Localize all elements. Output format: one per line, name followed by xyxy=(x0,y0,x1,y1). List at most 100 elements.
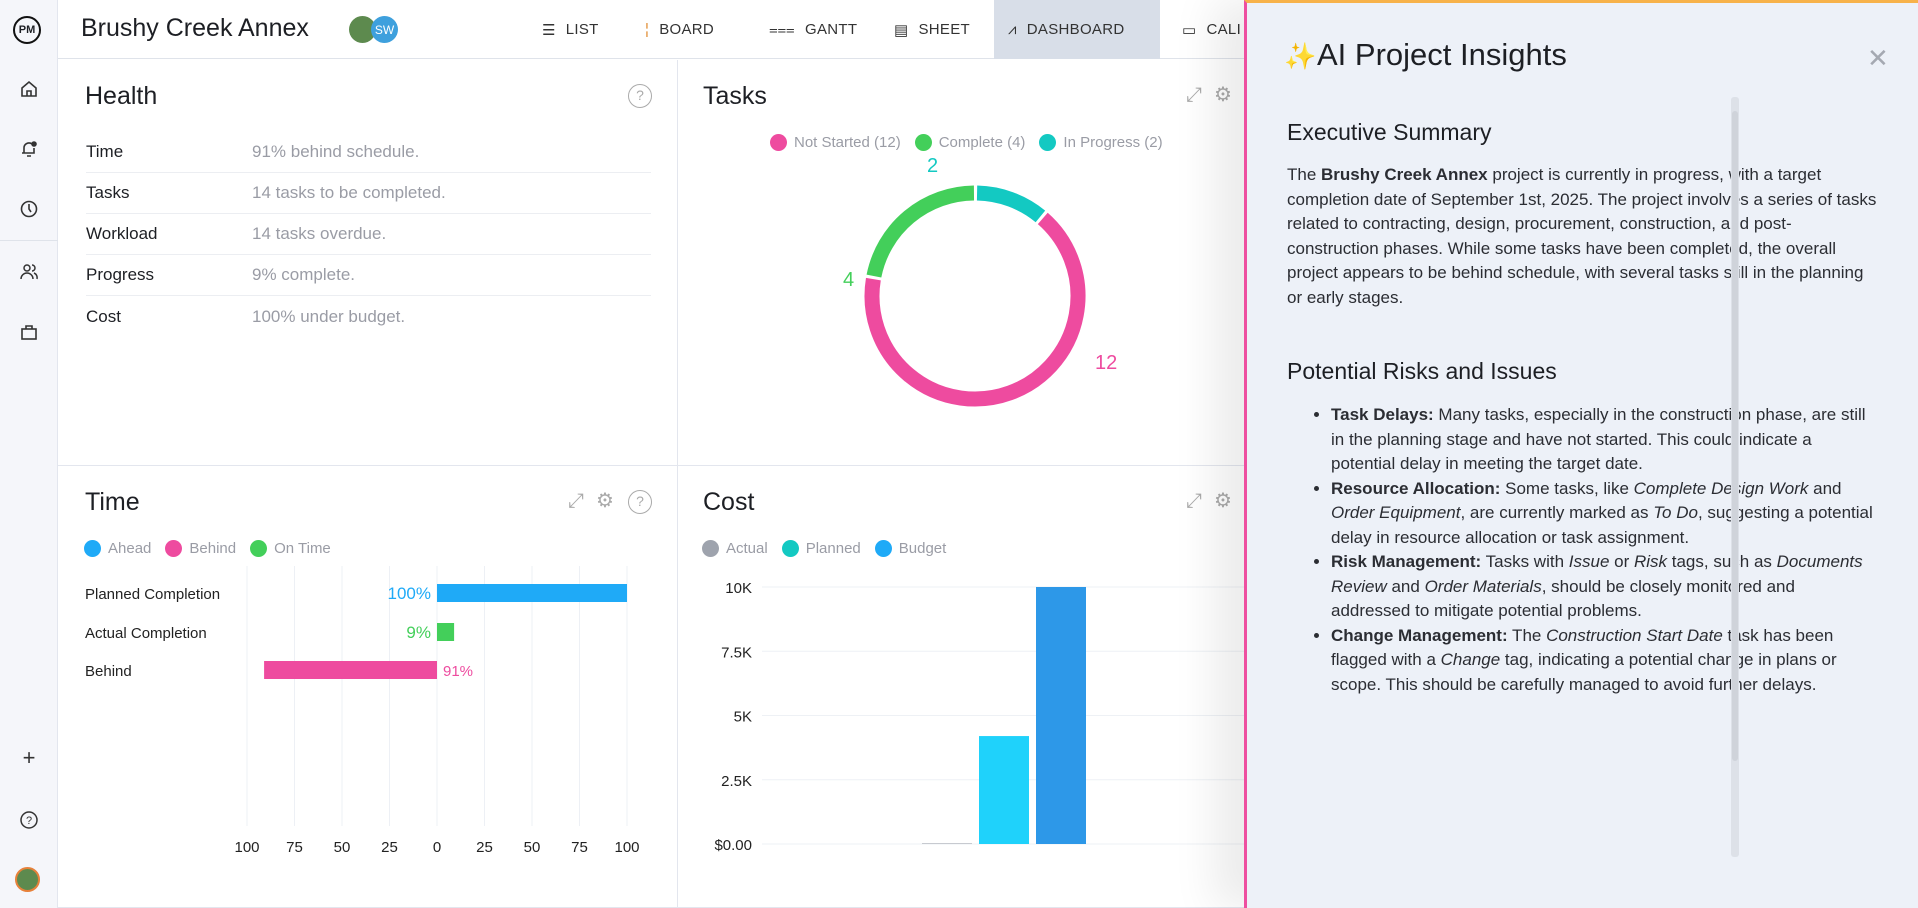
sidebar: PM + ? xyxy=(0,0,58,908)
health-widget: Health ? Time 91% behind schedule. Tasks 1… xyxy=(58,60,678,466)
health-row: Progress 9% complete. xyxy=(86,255,651,296)
dashboard-icon: ⩘ xyxy=(1008,21,1017,38)
cost-bar-budget xyxy=(1036,587,1086,844)
donut-slice xyxy=(976,185,1046,223)
risk-emphasis: Issue xyxy=(1568,552,1610,571)
y-tick-label: 5K xyxy=(734,709,752,726)
time-bar xyxy=(437,623,455,641)
cost-widget: Cost ⤢ ⚙ Actual Planned Budget $0.00 2.5K… xyxy=(678,466,1278,908)
tab-calendar[interactable]: ▭ CALI xyxy=(1168,0,1255,59)
logo-text: PM xyxy=(18,24,36,36)
time-widget: Time ⤢ ⚙ ? Ahead Behind On Time 100 75 50 2… xyxy=(58,466,678,908)
tab-board[interactable]: ¦ BOARD xyxy=(631,0,728,59)
risk-title: Task Delays: xyxy=(1331,405,1434,424)
risks-heading: Potential Risks and Issues xyxy=(1287,358,1557,384)
tab-dashboard[interactable]: ⩘ DASHBOARD xyxy=(994,0,1160,59)
home-icon[interactable] xyxy=(17,77,41,101)
category-label: Actual Completion xyxy=(85,625,207,642)
tasks-donut-chart: 12 4 2 xyxy=(843,155,1117,407)
health-label: Progress xyxy=(86,265,155,284)
data-label: 100% xyxy=(388,584,431,603)
y-tick-label: 2.5K xyxy=(721,773,752,790)
avatar[interactable]: SW xyxy=(371,16,398,43)
tab-label: LIST xyxy=(565,21,599,38)
scrollbar-thumb[interactable] xyxy=(1732,111,1738,761)
tab-list[interactable]: ☰ LIST xyxy=(528,0,613,59)
health-value: 9% complete. xyxy=(252,265,355,284)
bell-icon[interactable] xyxy=(17,137,41,161)
tab-gantt[interactable]: ⩶ GANTT xyxy=(755,0,871,59)
summary-heading: Executive Summary xyxy=(1287,119,1492,145)
list-icon: ☰ xyxy=(542,21,556,39)
summary-text: The Brushy Creek Annex project is curren… xyxy=(1287,163,1877,310)
cost-bar-actual xyxy=(922,843,972,844)
summary-project-name: Brushy Creek Annex xyxy=(1321,165,1488,184)
risks-list: Task Delays: Many tasks, especially in t… xyxy=(1309,403,1879,697)
x-tick-label: 0 xyxy=(433,839,441,856)
health-label: Workload xyxy=(86,224,158,243)
risk-item: Risk Management: Tasks with Issue or Ris… xyxy=(1331,550,1879,624)
donut-slice xyxy=(864,212,1086,407)
risk-emphasis: Change xyxy=(1440,650,1501,669)
panel-title: AI Project Insights xyxy=(1317,37,1567,72)
data-label: 9% xyxy=(406,623,431,642)
briefcase-icon[interactable] xyxy=(17,320,41,344)
health-row: Tasks 14 tasks to be completed. xyxy=(86,173,651,214)
risk-item: Resource Allocation: Some tasks, like Co… xyxy=(1331,477,1879,551)
tab-label: GANTT xyxy=(804,21,858,38)
risk-title: Change Management: xyxy=(1331,625,1508,645)
tab-label: SHEET xyxy=(918,21,970,38)
help-icon[interactable]: ? xyxy=(628,84,652,108)
plus-icon[interactable]: + xyxy=(17,745,41,770)
logo[interactable]: PM xyxy=(13,16,41,44)
risk-title: Risk Management: xyxy=(1331,552,1482,571)
summary-post: project is currently in progress, with a… xyxy=(1287,165,1877,307)
gantt-icon: ⩶ xyxy=(769,21,795,38)
risk-emphasis: Complete Design Work xyxy=(1633,478,1809,498)
donut-data-label: 12 xyxy=(1095,352,1117,374)
ai-insights-panel: ✨ AI Project Insights ✕ Executive Summar… xyxy=(1244,0,1918,908)
donut-data-label: 4 xyxy=(843,269,854,291)
risk-emphasis: To Do xyxy=(1653,503,1698,522)
avatar[interactable] xyxy=(15,867,40,892)
health-value: 100% under budget. xyxy=(252,306,406,326)
y-tick-label: 7.5K xyxy=(721,644,752,661)
category-label: Behind xyxy=(85,663,132,680)
risk-item: Task Delays: Many tasks, especially in t… xyxy=(1331,403,1879,477)
calendar-icon: ▭ xyxy=(1182,21,1197,39)
board-icon: ¦ xyxy=(645,21,650,38)
x-tick-label: 25 xyxy=(381,839,398,856)
x-tick-label: 25 xyxy=(476,839,493,856)
time-bar xyxy=(437,584,627,602)
y-tick-label: $0.00 xyxy=(714,837,752,854)
cost-bar-chart: $0.00 2.5K 5K 7.5K 10K xyxy=(714,580,1278,854)
widget-title: Health xyxy=(85,82,158,110)
health-label: Cost xyxy=(86,306,121,326)
health-value: 14 tasks overdue. xyxy=(252,224,387,243)
x-tick-label: 100 xyxy=(234,839,259,856)
x-tick-label: 50 xyxy=(334,839,351,856)
clock-icon[interactable] xyxy=(17,197,41,221)
risk-emphasis: Construction Start Date xyxy=(1546,625,1723,645)
avatar-initials: SW xyxy=(374,22,395,37)
x-tick-label: 50 xyxy=(524,839,541,856)
time-bar xyxy=(264,661,437,679)
scrollbar[interactable] xyxy=(1731,97,1739,857)
category-label: Planned Completion xyxy=(85,586,220,603)
time-bar-chart: 100 75 50 25 0 25 50 75 100 Planned Completion 100… xyxy=(85,566,640,856)
x-tick-label: 75 xyxy=(286,839,303,856)
health-label: Time xyxy=(86,142,124,161)
tab-label: CALI xyxy=(1206,21,1242,38)
health-row: Time 91% behind schedule. xyxy=(86,132,651,173)
x-tick-label: 100 xyxy=(614,839,639,856)
tab-label: BOARD xyxy=(659,21,715,38)
help-icon[interactable]: ? xyxy=(17,808,41,832)
summary-pre: The xyxy=(1287,165,1322,184)
x-tick-label: 75 xyxy=(571,839,588,856)
tab-label: DASHBOARD xyxy=(1026,21,1125,38)
donut-data-label: 2 xyxy=(927,155,938,177)
people-icon[interactable] xyxy=(17,260,41,284)
tab-sheet[interactable]: ▤ SHEET xyxy=(880,0,984,59)
close-icon[interactable]: ✕ xyxy=(1867,43,1889,74)
risk-emphasis: Risk xyxy=(1633,552,1668,571)
